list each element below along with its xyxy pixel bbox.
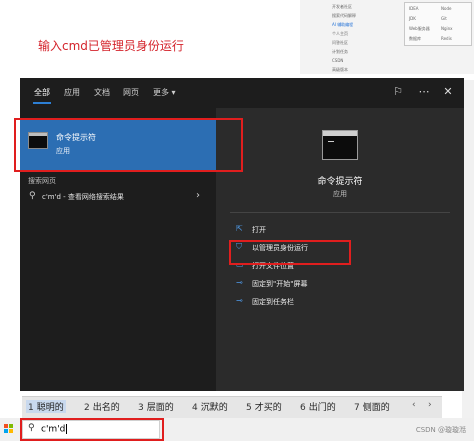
tab-all[interactable]: 全部 [34,87,50,98]
bg-box-item: JDK [409,16,416,21]
ime-candidate[interactable]: 3 层面的 [138,400,174,413]
annotation-box-run-as-admin [229,240,351,265]
chevron-right-icon[interactable]: › [428,400,432,410]
candidate-text: 出名的 [92,403,120,413]
pin-icon: ⊸ [236,296,243,305]
candidate-text: 层面的 [146,403,174,413]
candidate-text: 沉默的 [200,403,228,413]
candidate-number: 1 [28,403,34,413]
bg-box-item: 数据库 [409,36,421,41]
bg-box-item: Web服务器 [409,26,430,31]
bg-menu-item: AI 辅助编程 [332,22,354,27]
windows-logo-icon[interactable] [4,424,14,434]
web-result-label: c'm'd - 查看网络搜索结果 [42,193,124,201]
feedback-icon[interactable]: ⚐ [390,84,406,100]
bg-menu-item: 开发者社区 [332,4,352,9]
bg-menu-item: 问答社区 [332,40,348,45]
action-pin-to-taskbar[interactable]: ⊸ 固定到任务栏 [216,295,464,311]
bg-box-item: Redis [441,36,452,41]
candidate-text: 出门的 [308,403,336,413]
command-prompt-icon [322,130,358,160]
tab-web[interactable]: 网页 [123,87,139,98]
annotation-box-search [20,418,164,441]
ime-candidate[interactable]: 5 才买的 [246,400,282,413]
tab-documents[interactable]: 文档 [94,87,110,98]
bg-menu-item: 计划任务 [332,49,348,54]
candidate-text: 才买的 [254,403,282,413]
web-search-result[interactable]: ⚲ c'm'd - 查看网络搜索结果 › [20,188,216,208]
ime-candidate[interactable]: 1 聪明的 [26,400,66,413]
divider [230,212,450,213]
candidate-number: 3 [138,403,144,413]
chevron-left-icon[interactable]: ‹ [412,400,416,410]
active-tab-indicator [33,102,51,104]
bg-box-item: Node [441,6,452,11]
close-icon[interactable]: ✕ [440,84,456,100]
action-label: 打开 [252,226,266,234]
bg-menu-item: 搜索代码解释 [332,13,356,18]
bg-box-item: Nginx [441,26,453,31]
action-label: 固定到"开始"屏幕 [252,280,308,288]
candidate-number: 6 [300,403,306,413]
candidate-number: 2 [84,403,90,413]
preview-title: 命令提示符 [317,177,363,187]
document-heading: 输入cmd已管理员身份运行 [38,39,184,53]
bg-menu-item: CSDN [332,58,344,63]
action-open[interactable]: ⇱ 打开 [216,223,464,239]
search-tabs-bar: 全部 应用 文档 网页 更多 ▾ ⚐ ⋯ ✕ [20,78,464,108]
bg-menu-item: 高级版本 [332,67,348,72]
candidate-text: 聪明的 [36,403,64,413]
candidate-number: 5 [246,403,252,413]
tab-apps[interactable]: 应用 [64,87,80,98]
annotation-box-best-match [14,118,243,172]
watermark: CSDN @璇璇湉 [415,426,466,434]
ime-candidate[interactable]: 6 出门的 [300,400,336,413]
ime-candidate[interactable]: 2 出名的 [84,400,120,413]
ime-candidate[interactable]: 7 侧面的 [354,400,390,413]
pin-icon: ⊸ [236,278,243,287]
search-icon: ⚲ [29,191,36,201]
chevron-right-icon[interactable]: › [196,190,200,201]
candidate-number: 7 [354,403,360,413]
background-panel: IDEA Node JDK Git Web服务器 Nginx 数据库 Redis [404,2,472,46]
web-section-header: 搜索网页 [28,177,56,185]
bg-box-item: Git [441,16,447,21]
candidate-text: 侧面的 [362,403,390,413]
action-label: 固定到任务栏 [252,298,294,306]
bg-menu-item: 个人主页 [332,31,348,36]
candidate-number: 4 [192,403,198,413]
bg-box-item: IDEA [409,6,419,11]
chevron-down-icon: ▾ [171,88,176,97]
tab-more-label: 更多 [153,88,169,97]
open-icon: ⇱ [236,224,243,233]
more-options-icon[interactable]: ⋯ [416,84,432,100]
ime-candidate-bar: 1 聪明的 2 出名的 3 层面的 4 沉默的 5 才买的 6 出门的 7 侧面的 ‹ › [22,396,442,418]
action-pin-to-start[interactable]: ⊸ 固定到"开始"屏幕 [216,277,464,293]
ime-candidate[interactable]: 4 沉默的 [192,400,228,413]
tab-more[interactable]: 更多 ▾ [153,87,176,98]
preview-type: 应用 [333,190,347,198]
